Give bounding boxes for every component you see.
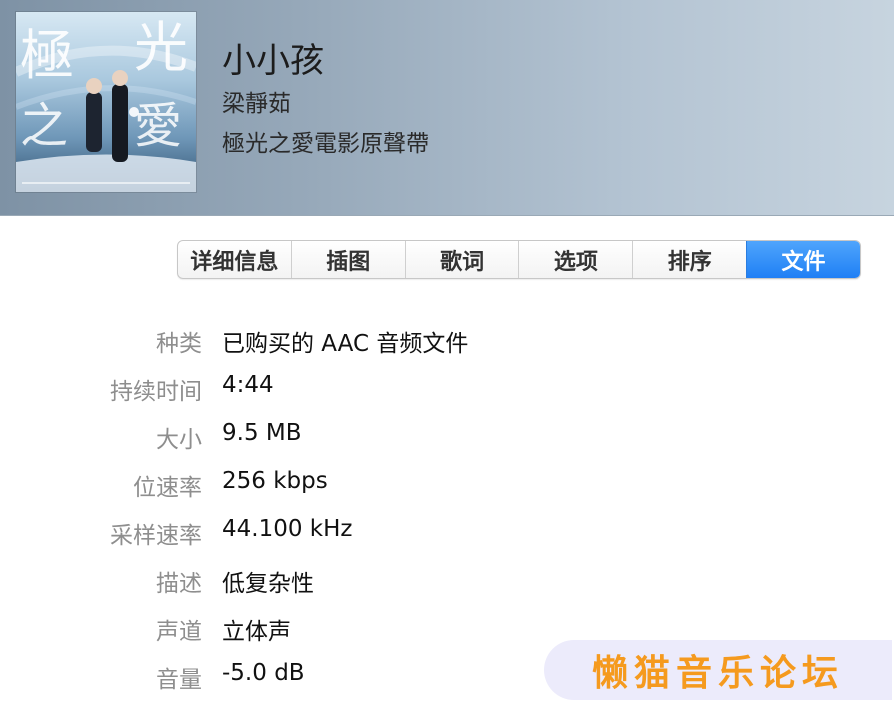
info-row-size: 大小 9.5 MB (0, 414, 894, 462)
info-label: 位速率 (133, 475, 202, 501)
info-value: 44.100 kHz (222, 516, 353, 542)
track-artist: 梁靜茹 (222, 91, 291, 117)
info-row-sample-rate: 采样速率 44.100 kHz (0, 510, 894, 558)
track-title: 小小孩 (222, 41, 324, 81)
album-art-glyph: 之 (20, 98, 68, 154)
album-art: 極 光 之 愛 (16, 12, 196, 192)
track-album: 極光之愛電影原聲帶 (222, 131, 429, 157)
info-value: 4:44 (222, 372, 274, 398)
album-art-image: 極 光 之 愛 (16, 16, 196, 192)
info-row-kind: 种类 已购买的 AAC 音频文件 (0, 318, 894, 366)
info-label: 音量 (156, 667, 202, 693)
watermark-text: 懒猫音乐论坛 (591, 652, 844, 694)
tab-options[interactable]: 选项 (518, 241, 632, 278)
info-value: 立体声 (222, 619, 291, 645)
album-art-glyph: 極 (20, 24, 74, 87)
info-label: 大小 (156, 427, 202, 453)
forum-watermark: 懒猫音乐论坛 (544, 640, 892, 700)
tab-details[interactable]: 详细信息 (178, 241, 291, 278)
album-art-glyph: 愛 (134, 98, 182, 154)
info-label: 持续时间 (110, 379, 202, 405)
info-label: 描述 (156, 571, 202, 597)
info-label: 采样速率 (110, 523, 202, 549)
info-value: -5.0 dB (222, 660, 305, 686)
info-value: 256 kbps (222, 468, 328, 494)
info-row-profile: 描述 低复杂性 (0, 558, 894, 606)
info-row-duration: 持续时间 4:44 (0, 366, 894, 414)
info-value: 9.5 MB (222, 420, 302, 446)
tab-lyrics[interactable]: 歌词 (404, 241, 519, 278)
tab-file[interactable]: 文件 (746, 241, 860, 278)
info-value: 已购买的 AAC 音频文件 (222, 331, 469, 357)
info-value: 低复杂性 (222, 571, 314, 597)
tab-sorting[interactable]: 排序 (632, 241, 746, 278)
info-tab-bar: 详细信息 插图 歌词 选项 排序 文件 (177, 240, 861, 279)
info-label: 声道 (156, 619, 202, 645)
info-row-bitrate: 位速率 256 kbps (0, 462, 894, 510)
tab-artwork[interactable]: 插图 (290, 241, 405, 278)
track-header: 極 光 之 愛 小小孩 梁靜茹 極光之愛電影原聲帶 (0, 0, 894, 216)
album-art-glyph: 光 (134, 16, 188, 79)
info-label: 种类 (156, 331, 202, 357)
